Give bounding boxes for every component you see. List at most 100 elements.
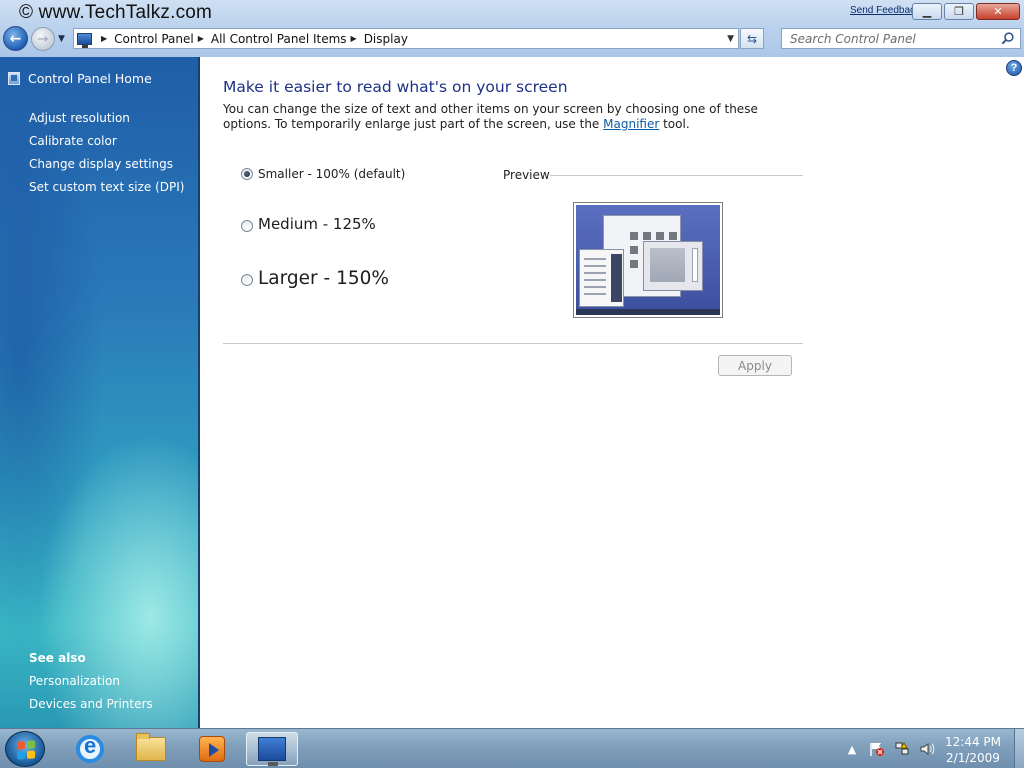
preview-line: [584, 272, 606, 274]
preview-line: [584, 286, 606, 288]
page-title: Make it easier to read what's on your sc…: [223, 78, 568, 96]
control-panel-icon: [77, 32, 92, 48]
close-button[interactable]: ✕: [976, 3, 1020, 20]
description-text-end: tool.: [659, 117, 690, 131]
preview-label: Preview: [503, 168, 550, 182]
forward-button[interactable]: →: [31, 27, 55, 51]
search-box[interactable]: [781, 28, 1021, 49]
preview-line: [584, 293, 606, 295]
notification-area: ▲: [842, 729, 942, 768]
preview-tile: [643, 232, 651, 240]
preview-line: [584, 279, 606, 281]
control-panel-icon: [258, 737, 286, 766]
radio-medium[interactable]: [241, 219, 253, 232]
restore-icon: ❐: [954, 5, 964, 18]
address-bar[interactable]: ▶ Control Panel ▶ All Control Panel Item…: [73, 28, 739, 49]
option-medium-label: Medium - 125%: [258, 215, 376, 233]
refresh-icon: ⇆: [746, 31, 758, 46]
adjust-resolution-link[interactable]: Adjust resolution: [29, 107, 184, 130]
back-button[interactable]: ←: [3, 26, 28, 51]
show-desktop-button[interactable]: [1014, 729, 1024, 768]
watermark: © www.TechTalkz.com: [19, 2, 213, 23]
set-custom-text-size-link[interactable]: Set custom text size (DPI): [29, 176, 184, 199]
minimize-button[interactable]: ▁: [912, 3, 942, 20]
option-larger[interactable]: Larger - 150%: [241, 268, 389, 289]
preview-window-dialog: [643, 241, 703, 291]
apply-button[interactable]: Apply: [718, 355, 792, 376]
minimize-icon: ▁: [922, 5, 932, 18]
radio-larger[interactable]: [241, 274, 253, 286]
control-panel-home-label: Control Panel Home: [28, 71, 152, 86]
breadcrumb-display[interactable]: Display: [364, 32, 408, 46]
preview-line: [584, 258, 606, 260]
personalization-link[interactable]: Personalization: [29, 670, 153, 693]
start-button[interactable]: [5, 731, 45, 767]
back-arrow-icon: ←: [9, 30, 22, 47]
preview-sidebar: [611, 254, 622, 302]
radio-smaller[interactable]: [241, 168, 253, 180]
flag-icon: [870, 743, 884, 756]
preview-tile: [669, 232, 677, 240]
breadcrumb-arrow-icon[interactable]: ▶: [198, 34, 204, 43]
system-clock[interactable]: 12:44 PM 2/1/2009: [930, 734, 1016, 766]
control-panel-home-link[interactable]: Control Panel Home: [8, 71, 152, 86]
change-display-settings-link[interactable]: Change display settings: [29, 153, 184, 176]
preview-taskbar: [576, 309, 720, 315]
action-center-icon[interactable]: [867, 739, 887, 759]
option-medium[interactable]: Medium - 125%: [241, 215, 376, 233]
show-hidden-icons-icon[interactable]: ▲: [842, 739, 862, 759]
recent-pages-dropdown[interactable]: ▼: [58, 34, 65, 44]
search-icon[interactable]: [1000, 31, 1015, 46]
clock-time: 12:44 PM: [945, 735, 1001, 749]
internet-explorer-icon: [76, 733, 104, 763]
media-player-icon: [199, 736, 225, 762]
address-dropdown-icon[interactable]: ▼: [727, 34, 734, 44]
windows-logo-icon: [17, 740, 35, 760]
option-smaller-label: Smaller - 100% (default): [258, 167, 406, 181]
search-input[interactable]: [790, 31, 996, 46]
network-icon-graphic: [895, 742, 909, 755]
preview-panel: [650, 248, 685, 282]
breadcrumb-all-control-panel-items[interactable]: All Control Panel Items: [211, 32, 347, 46]
preview-tile: [630, 260, 638, 268]
restore-button[interactable]: ❐: [944, 3, 974, 20]
magnifier-link[interactable]: Magnifier: [603, 117, 659, 131]
taskbar-media-player[interactable]: [186, 732, 238, 766]
control-panel-home-icon: [8, 72, 20, 85]
folder-icon: [136, 733, 166, 761]
main-content: ? Make it easier to read what's on your …: [200, 57, 1024, 728]
see-also-section: See also Personalization Devices and Pri…: [29, 647, 153, 716]
preview-tile: [630, 246, 638, 254]
devices-and-printers-link[interactable]: Devices and Printers: [29, 693, 153, 716]
refresh-button[interactable]: ⇆: [740, 28, 764, 49]
chevron-down-icon: ▼: [58, 34, 65, 44]
preview-line: [584, 265, 606, 267]
page-description: You can change the size of text and othe…: [223, 102, 783, 132]
preview-scrollbar: [692, 248, 698, 282]
taskbar-control-panel[interactable]: [246, 732, 298, 766]
preview-desktop: [576, 205, 720, 315]
breadcrumb-arrow-icon[interactable]: ▶: [101, 34, 107, 43]
calibrate-color-link[interactable]: Calibrate color: [29, 130, 184, 153]
preview-tile: [656, 232, 664, 240]
taskbar-internet-explorer[interactable]: [64, 732, 116, 766]
taskbar: ▲ 12:44 PM 2/1/2009: [0, 728, 1024, 768]
content-divider: [223, 343, 803, 344]
close-icon: ✕: [993, 5, 1003, 18]
window-controls: ▁ ❐ ✕: [910, 3, 1020, 20]
navigation-pane: Control Panel Home Adjust resolution Cal…: [0, 57, 200, 728]
network-icon[interactable]: [892, 739, 912, 759]
breadcrumb-control-panel[interactable]: Control Panel: [114, 32, 194, 46]
preview-tile: [630, 232, 638, 240]
preview-divider: [550, 175, 803, 176]
see-also-title: See also: [29, 651, 86, 665]
preview-window-list: [579, 249, 624, 307]
forward-arrow-icon: →: [37, 31, 49, 47]
help-icon[interactable]: ?: [1006, 60, 1022, 76]
breadcrumb-arrow-icon[interactable]: ▶: [351, 34, 357, 43]
clock-date: 2/1/2009: [946, 751, 1000, 765]
preview-image: [573, 202, 723, 318]
option-smaller[interactable]: Smaller - 100% (default): [241, 167, 405, 181]
taskbar-windows-explorer[interactable]: [125, 732, 177, 766]
window-chrome: © www.TechTalkz.com Send Feedback ▁ ❐ ✕ …: [0, 0, 1024, 57]
